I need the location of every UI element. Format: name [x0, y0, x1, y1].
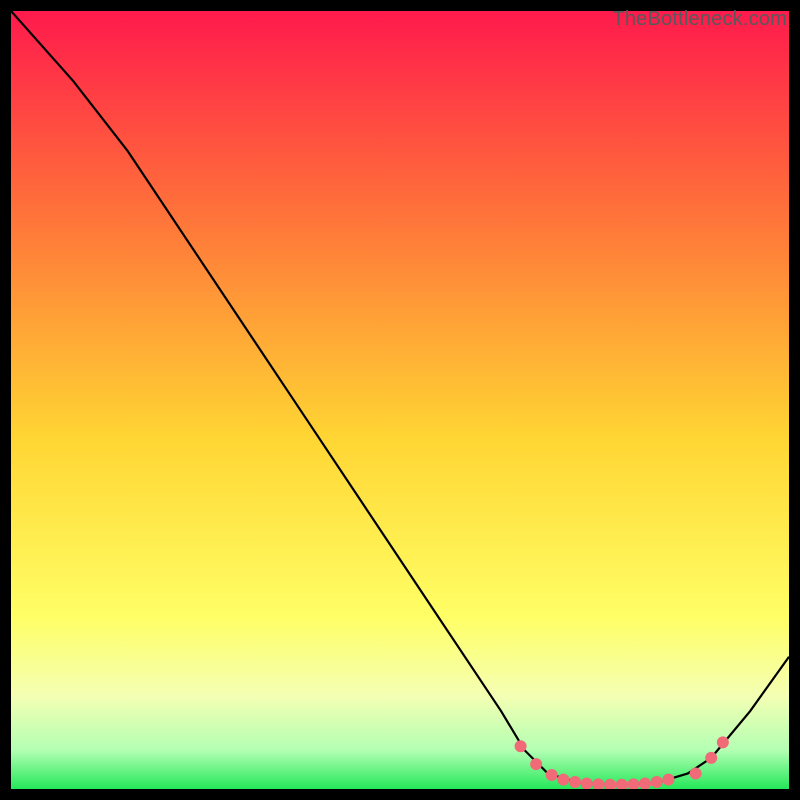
curve-marker [662, 774, 674, 786]
chart-svg [11, 11, 789, 789]
curve-marker [705, 752, 717, 764]
curve-marker [651, 776, 663, 788]
curve-marker [581, 778, 593, 789]
curve-marker [569, 776, 581, 788]
curve-marker [546, 769, 558, 781]
watermark-text: TheBottleneck.com [612, 8, 787, 31]
curve-marker [515, 740, 527, 752]
chart-background [11, 11, 789, 789]
curve-marker [530, 758, 542, 770]
curve-marker [557, 774, 569, 786]
curve-marker [717, 736, 729, 748]
curve-marker [639, 778, 651, 789]
chart-frame: TheBottleneck.com [11, 11, 789, 789]
curve-marker [690, 767, 702, 779]
